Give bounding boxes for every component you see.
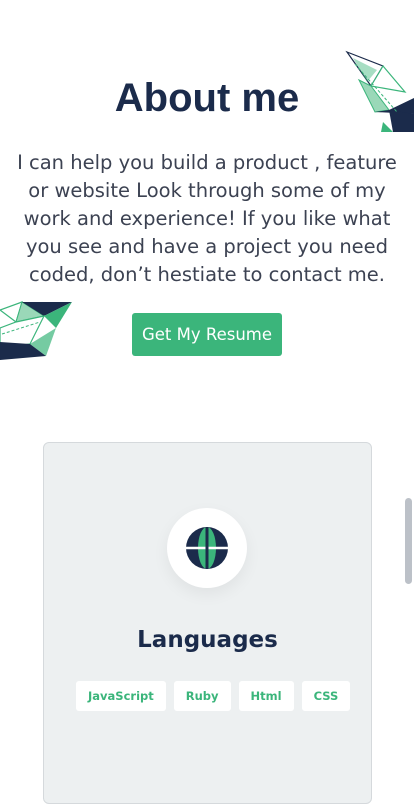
scrollbar-thumb[interactable] [405, 498, 412, 584]
languages-card: Languages JavaScript Ruby Html CSS [43, 442, 372, 804]
tag-html: Html [238, 681, 294, 711]
languages-title: Languages [137, 627, 278, 653]
about-heading: About me [114, 76, 300, 120]
tag-javascript: JavaScript [76, 681, 166, 711]
globe-icon-container [167, 508, 247, 588]
get-resume-button[interactable]: Get My Resume [132, 313, 282, 356]
globe-icon [186, 527, 228, 569]
about-intro-text: I can help you build a product , feature… [17, 151, 397, 286]
language-tags: JavaScript Ruby Html CSS [76, 681, 358, 711]
tag-ruby: Ruby [173, 681, 231, 711]
tag-css: CSS [301, 681, 351, 711]
paper-bird-illustration-left [0, 301, 72, 360]
